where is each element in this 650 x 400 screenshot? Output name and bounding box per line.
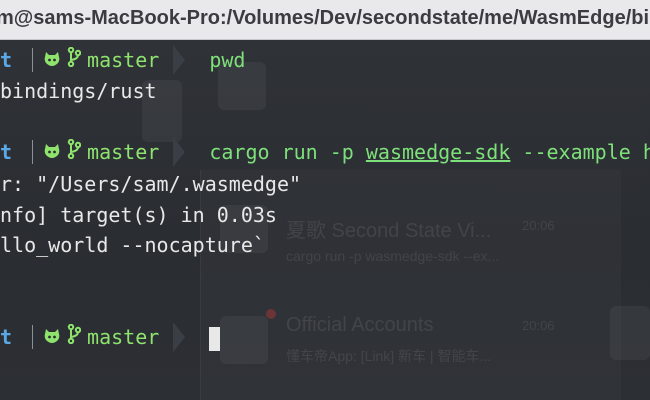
git-branch-icon (67, 45, 82, 75)
output-line: nfo] target(s) in 0.03s (0, 203, 277, 227)
github-icon (43, 45, 61, 75)
text-cursor[interactable] (209, 326, 221, 351)
prompt-git-segment: master (43, 137, 173, 167)
ghost-chat-name: Official Accounts (286, 314, 434, 336)
ghost-chat-preview: cargo run -p wasmedge-sdk --ex... (286, 248, 500, 264)
git-branch-name: master (87, 325, 160, 349)
ghost-chat-time: 20:06 (522, 318, 555, 333)
prompt-dir: t (0, 48, 13, 72)
output-line: llo_world --nocapture` (0, 233, 265, 257)
github-icon (43, 137, 61, 167)
github-icon (43, 322, 61, 352)
shell-prompt: t master (0, 137, 186, 167)
prompt-line: t master pwd (0, 45, 245, 75)
ghost-chat-time: 20:06 (522, 218, 555, 233)
prompt-line: t master (0, 322, 221, 352)
prompt-git-segment: master (43, 322, 173, 352)
ghost-chat-preview: 懂车帝App: [Link] 新车 | 智能车... (286, 348, 492, 364)
ghost-chat-name: 夏歌 Second State Vi... (286, 220, 492, 242)
prompt-arrow (173, 45, 186, 75)
command-text: cargo run -p wasmedge-sdk --example hel (209, 140, 650, 164)
command-package: wasmedge-sdk (365, 140, 511, 164)
command-part: --example hel (522, 140, 650, 164)
prompt-dir: t (0, 140, 13, 164)
window-title: m@sams-MacBook-Pro:/Volumes/Dev/secondst… (0, 7, 650, 29)
terminal-area[interactable]: 夏歌 Second State Vi... 20:06 cargo run -p… (0, 40, 650, 400)
ghost-avatar (610, 306, 650, 360)
git-branch-name: master (87, 140, 160, 164)
shell-prompt: t master (0, 45, 186, 75)
prompt-separator (32, 48, 34, 72)
prompt-git-segment: master (43, 45, 173, 75)
git-branch-icon (67, 322, 82, 352)
output-line: r: "/Users/sam/.wasmedge" (0, 172, 302, 196)
prompt-arrow (173, 322, 186, 352)
git-branch-name: master (87, 48, 160, 72)
output-line: bindings/rust (0, 79, 157, 103)
terminal-title-bar[interactable]: m@sams-MacBook-Pro:/Volumes/Dev/secondst… (0, 0, 650, 40)
prompt-arrow (173, 137, 186, 167)
ghost-unread-dot (266, 309, 276, 319)
prompt-line: t master cargo run -p wasmedge-sdk --exa… (0, 137, 650, 167)
command-part: cargo run -p (209, 140, 366, 164)
shell-prompt: t master (0, 322, 186, 352)
prompt-separator (32, 140, 34, 164)
prompt-separator (32, 325, 34, 349)
ghost-avatar (220, 316, 268, 364)
git-branch-icon (67, 137, 82, 167)
prompt-dir: t (0, 325, 13, 349)
command-text: pwd (209, 48, 246, 72)
